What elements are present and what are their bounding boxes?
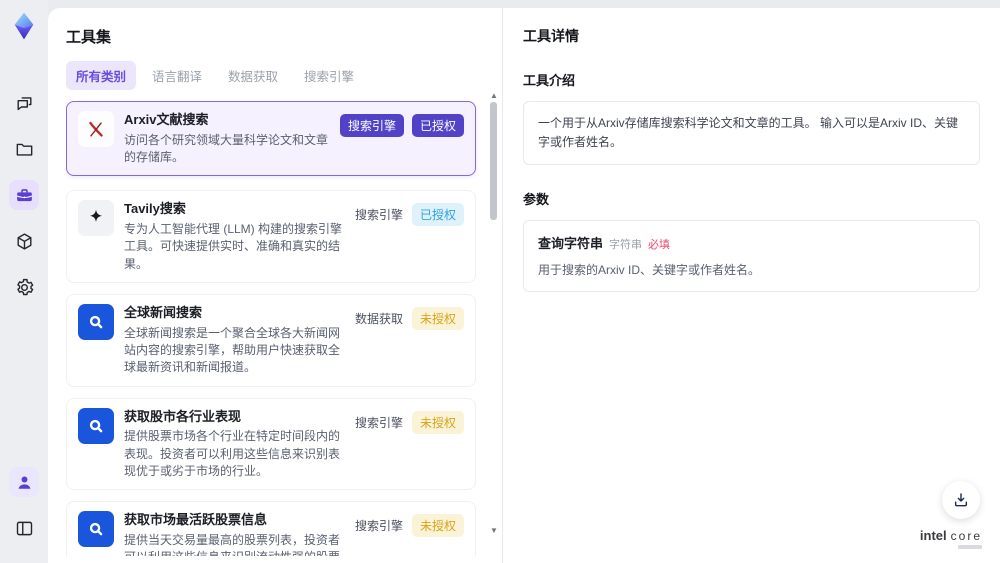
tool-text: 获取股市各行业表现 提供股票市场各个行业在特定时间段内的表现。投资者可以利用这些… (124, 408, 344, 481)
intel-brand-text: intel (919, 528, 947, 543)
parameter-type: 字符串 (609, 239, 643, 252)
user-icon[interactable] (9, 467, 39, 497)
auth-status-badge: 已授权 (411, 114, 464, 137)
app-logo-icon (8, 10, 40, 42)
tool-description: 提供当天交易量最高的股票列表，投资者可以利用这些信息来识别流动性强的股票和潜在的… (124, 533, 341, 556)
main-panel: 工具集 所有类别 语言翻译 数据获取 搜索引擎 Arxiv文献搜索 访问各个研究… (48, 8, 1000, 563)
tavily-star-icon (78, 200, 114, 237)
folder-icon[interactable] (9, 134, 39, 164)
category-badge: 搜索引擎 (339, 114, 404, 137)
tool-name: Tavily搜索 (124, 201, 186, 217)
tab-language-translation[interactable]: 语言翻译 (142, 61, 212, 90)
core-brand-text: core (950, 529, 982, 543)
download-icon (954, 493, 968, 507)
parameter-card: 查询字符串 字符串 必填 用于搜索的Arxiv ID、关键字或作者姓名。 (523, 220, 980, 293)
tool-card[interactable]: 获取市场最活跃股票信息 提供当天交易量最高的股票列表，投资者可以利用这些信息来识… (66, 501, 476, 556)
auth-status-badge: 未授权 (411, 514, 464, 538)
tool-name: 全球新闻搜索 (124, 305, 203, 321)
toolbox-icon[interactable] (9, 180, 39, 210)
params-heading: 参数 (523, 192, 550, 208)
tool-detail-panel: 工具详情 工具介绍 一个用于从Arxiv存储库搜索科学论文和文章的工具。 输入可… (502, 8, 1000, 563)
tool-text: Tavily搜索 专为人工智能代理 (LLM) 构建的搜索引擎工具。可快速提供实… (124, 200, 344, 273)
tool-card[interactable]: Arxiv文献搜索 访问各个研究领域大量科学论文和文章的存储库。 搜索引擎 已授… (66, 101, 476, 177)
tool-badges: 搜索引擎 未授权 (354, 511, 464, 556)
auth-status-badge: 已授权 (411, 203, 464, 227)
tool-badges: 搜索引擎 未授权 (354, 408, 464, 481)
tools-list-panel: 工具集 所有类别 语言翻译 数据获取 搜索引擎 Arxiv文献搜索 访问各个研究… (48, 8, 502, 563)
tab-data-fetching[interactable]: 数据获取 (218, 61, 288, 90)
scrollbar: ▲ ▼ (489, 92, 499, 535)
intel-sub-mark (958, 545, 982, 549)
tool-card[interactable]: Tavily搜索 专为人工智能代理 (LLM) 构建的搜索引擎工具。可快速提供实… (66, 190, 476, 284)
tool-card-list: Arxiv文献搜索 访问各个研究领域大量科学论文和文章的存储库。 搜索引擎 已授… (66, 101, 486, 556)
tool-card[interactable]: 全球新闻搜索 全球新闻搜索是一个聚合全球各大新闻网站内容的搜索引擎，帮助用户快速… (66, 294, 476, 387)
tool-text: 全球新闻搜索 全球新闻搜索是一个聚合全球各大新闻网站内容的搜索引擎，帮助用户快速… (124, 304, 344, 377)
tool-badges: 搜索引擎 已授权 (339, 111, 464, 166)
auth-status-badge: 未授权 (411, 307, 464, 331)
app-window: 工具集 所有类别 语言翻译 数据获取 搜索引擎 Arxiv文献搜索 访问各个研究… (0, 0, 1000, 563)
tab-search-engine[interactable]: 搜索引擎 (294, 61, 364, 90)
tool-description: 全球新闻搜索是一个聚合全球各大新闻网站内容的搜索引擎，帮助用户快速获取全球最新资… (124, 325, 341, 375)
parameter-header: 查询字符串 字符串 必填 (538, 233, 965, 252)
tool-intro-text: 一个用于从Arxiv存储库搜索科学论文和文章的工具。 输入可以是Arxiv ID… (523, 101, 980, 166)
auth-status-badge: 未授权 (411, 410, 464, 434)
parameter-description: 用于搜索的Arxiv ID、关键字或作者姓名。 (538, 263, 761, 278)
category-badge: 搜索引擎 (354, 208, 403, 223)
tool-name: 获取市场最活跃股票信息 (124, 512, 268, 528)
download-button[interactable] (942, 481, 980, 519)
tool-name: Arxiv文献搜索 (124, 112, 209, 127)
category-badge: 搜索引擎 (354, 519, 403, 534)
blue-search-icon (78, 407, 114, 444)
detail-title: 工具详情 (523, 28, 579, 44)
blue-search-icon (78, 511, 114, 548)
category-badge: 数据获取 (354, 312, 403, 327)
page-title: 工具集 (66, 29, 112, 46)
scrollbar-thumb[interactable] (490, 102, 497, 220)
intel-core-logo: intel core (920, 528, 982, 549)
scrollbar-down-arrow[interactable]: ▼ (489, 527, 499, 535)
category-badge: 搜索引擎 (354, 415, 403, 430)
tool-badges: 数据获取 未授权 (354, 304, 464, 377)
required-badge: 必填 (648, 239, 671, 252)
arxiv-icon (78, 111, 114, 147)
tool-card[interactable]: 获取股市各行业表现 提供股票市场各个行业在特定时间段内的表现。投资者可以利用这些… (66, 397, 476, 491)
category-tabs: 所有类别 语言翻译 数据获取 搜索引擎 (66, 61, 486, 90)
panel-toggle-icon[interactable] (9, 513, 39, 543)
tool-name: 获取股市各行业表现 (124, 408, 242, 424)
blue-search-icon (78, 304, 114, 341)
tool-description: 专为人工智能代理 (LLM) 构建的搜索引擎工具。可快速提供实时、准确和真实的结… (124, 221, 343, 271)
parameter-name: 查询字符串 (538, 236, 604, 252)
tool-text: 获取市场最活跃股票信息 提供当天交易量最高的股票列表，投资者可以利用这些信息来识… (124, 511, 344, 556)
tool-text: Arxiv文献搜索 访问各个研究领域大量科学论文和文章的存储库。 (124, 111, 330, 166)
left-sidebar (0, 0, 48, 563)
scrollbar-up-arrow[interactable]: ▲ (489, 92, 499, 100)
tool-description: 提供股票市场各个行业在特定时间段内的表现。投资者可以利用这些信息来识别表现优于或… (124, 429, 341, 479)
gear-icon[interactable] (9, 272, 39, 302)
intro-heading: 工具介绍 (523, 73, 576, 88)
tab-all-categories[interactable]: 所有类别 (66, 61, 137, 90)
tool-badges: 搜索引擎 已授权 (354, 200, 464, 273)
tool-description: 访问各个研究领域大量科学论文和文章的存储库。 (124, 132, 329, 164)
chat-icon[interactable] (9, 88, 39, 118)
cube-icon[interactable] (9, 226, 39, 256)
